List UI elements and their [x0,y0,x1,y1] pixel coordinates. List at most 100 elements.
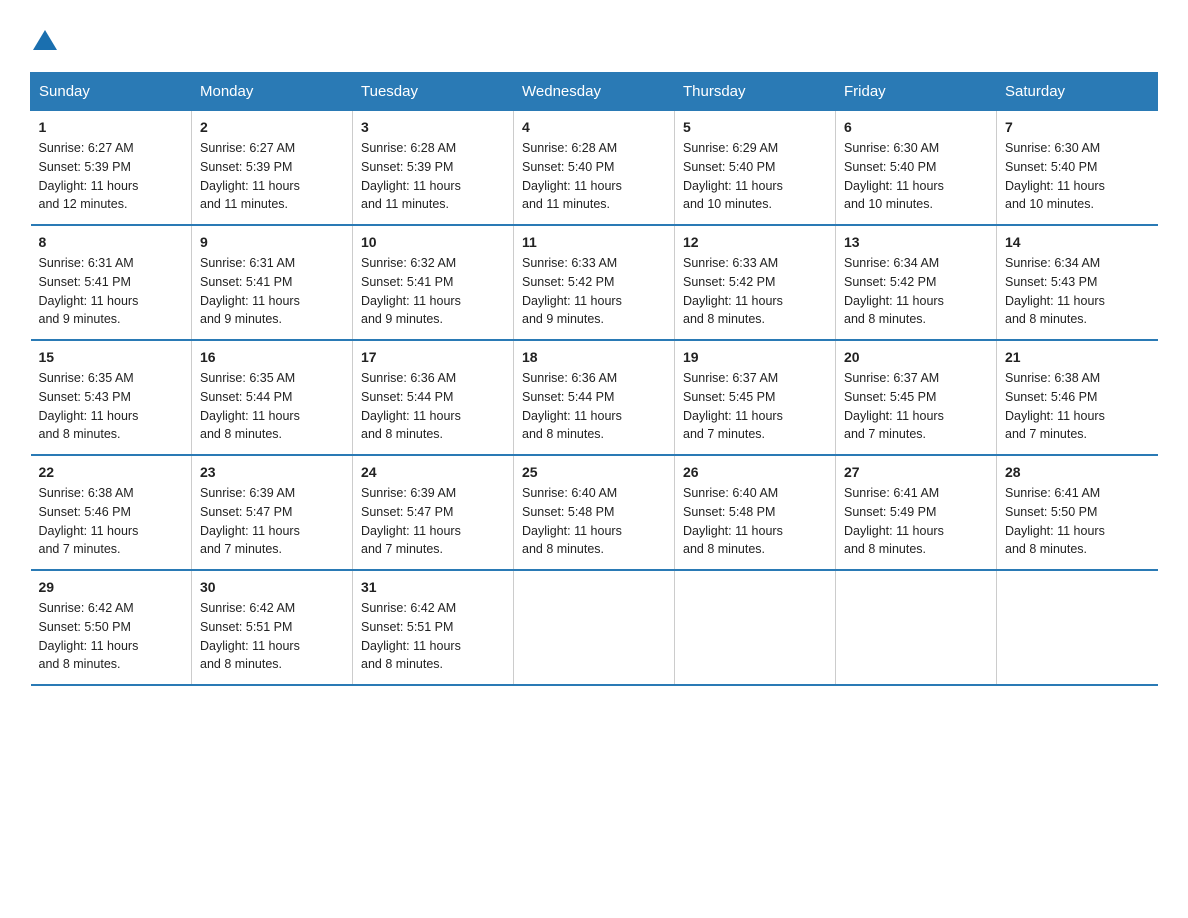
day-info: Sunrise: 6:40 AMSunset: 5:48 PMDaylight:… [522,486,622,556]
day-info: Sunrise: 6:37 AMSunset: 5:45 PMDaylight:… [683,371,783,441]
week-row-2: 8 Sunrise: 6:31 AMSunset: 5:41 PMDaylight… [31,225,1158,340]
day-info: Sunrise: 6:40 AMSunset: 5:48 PMDaylight:… [683,486,783,556]
day-cell: 6 Sunrise: 6:30 AMSunset: 5:40 PMDaylight… [836,111,997,226]
day-info: Sunrise: 6:30 AMSunset: 5:40 PMDaylight:… [844,141,944,211]
day-info: Sunrise: 6:38 AMSunset: 5:46 PMDaylight:… [39,486,139,556]
day-info: Sunrise: 6:37 AMSunset: 5:45 PMDaylight:… [844,371,944,441]
day-cell: 4 Sunrise: 6:28 AMSunset: 5:40 PMDaylight… [514,111,675,226]
day-number: 1 [39,119,184,135]
day-cell: 5 Sunrise: 6:29 AMSunset: 5:40 PMDaylight… [675,111,836,226]
day-number: 24 [361,464,505,480]
day-cell: 20 Sunrise: 6:37 AMSunset: 5:45 PMDayligh… [836,340,997,455]
day-info: Sunrise: 6:29 AMSunset: 5:40 PMDaylight:… [683,141,783,211]
day-number: 29 [39,579,184,595]
day-number: 4 [522,119,666,135]
day-cell: 12 Sunrise: 6:33 AMSunset: 5:42 PMDayligh… [675,225,836,340]
week-row-5: 29Sunrise: 6:42 AMSunset: 5:50 PMDayligh… [31,570,1158,685]
day-number: 27 [844,464,988,480]
calendar-table: SundayMondayTuesdayWednesdayThursdayFrid… [30,72,1158,686]
day-number: 7 [1005,119,1150,135]
day-number: 2 [200,119,344,135]
day-info: Sunrise: 6:35 AMSunset: 5:44 PMDaylight:… [200,371,300,441]
day-cell: 16 Sunrise: 6:35 AMSunset: 5:44 PMDayligh… [192,340,353,455]
day-cell: 7 Sunrise: 6:30 AMSunset: 5:40 PMDaylight… [997,111,1158,226]
week-row-1: 1 Sunrise: 6:27 AMSunset: 5:39 PMDaylight… [31,111,1158,226]
day-number: 8 [39,234,184,250]
day-info: Sunrise: 6:39 AMSunset: 5:47 PMDaylight:… [200,486,300,556]
day-info: Sunrise: 6:38 AMSunset: 5:46 PMDaylight:… [1005,371,1105,441]
day-number: 16 [200,349,344,365]
day-info: Sunrise: 6:33 AMSunset: 5:42 PMDaylight:… [683,256,783,326]
day-info: Sunrise: 6:42 AMSunset: 5:51 PMDaylight:… [361,601,461,671]
header-saturday: Saturday [997,73,1158,111]
day-cell [514,570,675,685]
day-cell: 24 Sunrise: 6:39 AMSunset: 5:47 PMDayligh… [353,455,514,570]
day-cell: 19 Sunrise: 6:37 AMSunset: 5:45 PMDayligh… [675,340,836,455]
day-cell: 26 Sunrise: 6:40 AMSunset: 5:48 PMDayligh… [675,455,836,570]
logo-blue-part [30,30,57,52]
day-info: Sunrise: 6:31 AMSunset: 5:41 PMDaylight:… [200,256,300,326]
day-number: 3 [361,119,505,135]
day-cell: 8 Sunrise: 6:31 AMSunset: 5:41 PMDaylight… [31,225,192,340]
day-info: Sunrise: 6:28 AMSunset: 5:39 PMDaylight:… [361,141,461,211]
day-info: Sunrise: 6:34 AMSunset: 5:42 PMDaylight:… [844,256,944,326]
day-cell: 9Sunrise: 6:31 AMSunset: 5:41 PMDaylight… [192,225,353,340]
day-number: 31 [361,579,505,595]
week-row-3: 15 Sunrise: 6:35 AMSunset: 5:43 PMDayligh… [31,340,1158,455]
day-number: 17 [361,349,505,365]
day-number: 12 [683,234,827,250]
day-number: 19 [683,349,827,365]
day-number: 22 [39,464,184,480]
header-tuesday: Tuesday [353,73,514,111]
day-info: Sunrise: 6:39 AMSunset: 5:47 PMDaylight:… [361,486,461,556]
day-number: 26 [683,464,827,480]
day-number: 20 [844,349,988,365]
day-info: Sunrise: 6:30 AMSunset: 5:40 PMDaylight:… [1005,141,1105,211]
day-cell: 11 Sunrise: 6:33 AMSunset: 5:42 PMDayligh… [514,225,675,340]
day-cell: 25 Sunrise: 6:40 AMSunset: 5:48 PMDayligh… [514,455,675,570]
day-number: 5 [683,119,827,135]
day-cell: 21 Sunrise: 6:38 AMSunset: 5:46 PMDayligh… [997,340,1158,455]
day-info: Sunrise: 6:27 AMSunset: 5:39 PMDaylight:… [200,141,300,211]
day-info: Sunrise: 6:31 AMSunset: 5:41 PMDaylight:… [39,256,139,326]
day-cell [997,570,1158,685]
day-info: Sunrise: 6:42 AMSunset: 5:51 PMDaylight:… [200,601,300,671]
day-number: 28 [1005,464,1150,480]
day-info: Sunrise: 6:34 AMSunset: 5:43 PMDaylight:… [1005,256,1105,326]
header-monday: Monday [192,73,353,111]
logo [30,30,57,52]
day-info: Sunrise: 6:41 AMSunset: 5:50 PMDaylight:… [1005,486,1105,556]
day-cell: 28 Sunrise: 6:41 AMSunset: 5:50 PMDayligh… [997,455,1158,570]
day-cell: 13Sunrise: 6:34 AMSunset: 5:42 PMDayligh… [836,225,997,340]
day-info: Sunrise: 6:35 AMSunset: 5:43 PMDaylight:… [39,371,139,441]
day-number: 6 [844,119,988,135]
day-number: 30 [200,579,344,595]
day-cell: 2 Sunrise: 6:27 AMSunset: 5:39 PMDaylight… [192,111,353,226]
day-number: 15 [39,349,184,365]
day-info: Sunrise: 6:33 AMSunset: 5:42 PMDaylight:… [522,256,622,326]
calendar-header-row: SundayMondayTuesdayWednesdayThursdayFrid… [31,73,1158,111]
day-info: Sunrise: 6:36 AMSunset: 5:44 PMDaylight:… [361,371,461,441]
header-sunday: Sunday [31,73,192,111]
day-number: 14 [1005,234,1150,250]
day-cell: 14 Sunrise: 6:34 AMSunset: 5:43 PMDayligh… [997,225,1158,340]
day-info: Sunrise: 6:27 AMSunset: 5:39 PMDaylight:… [39,141,139,211]
week-row-4: 22 Sunrise: 6:38 AMSunset: 5:46 PMDayligh… [31,455,1158,570]
day-cell: 30 Sunrise: 6:42 AMSunset: 5:51 PMDayligh… [192,570,353,685]
day-cell: 27Sunrise: 6:41 AMSunset: 5:49 PMDayligh… [836,455,997,570]
day-cell: 22 Sunrise: 6:38 AMSunset: 5:46 PMDayligh… [31,455,192,570]
day-number: 11 [522,234,666,250]
day-cell: 3 Sunrise: 6:28 AMSunset: 5:39 PMDaylight… [353,111,514,226]
day-cell: 31 Sunrise: 6:42 AMSunset: 5:51 PMDayligh… [353,570,514,685]
day-cell [675,570,836,685]
day-cell: 10Sunrise: 6:32 AMSunset: 5:41 PMDayligh… [353,225,514,340]
day-cell [836,570,997,685]
day-number: 21 [1005,349,1150,365]
day-number: 10 [361,234,505,250]
day-cell: 1 Sunrise: 6:27 AMSunset: 5:39 PMDaylight… [31,111,192,226]
day-info: Sunrise: 6:36 AMSunset: 5:44 PMDaylight:… [522,371,622,441]
day-cell: 29Sunrise: 6:42 AMSunset: 5:50 PMDayligh… [31,570,192,685]
day-info: Sunrise: 6:28 AMSunset: 5:40 PMDaylight:… [522,141,622,211]
logo-arrow-icon [33,30,57,50]
day-number: 25 [522,464,666,480]
